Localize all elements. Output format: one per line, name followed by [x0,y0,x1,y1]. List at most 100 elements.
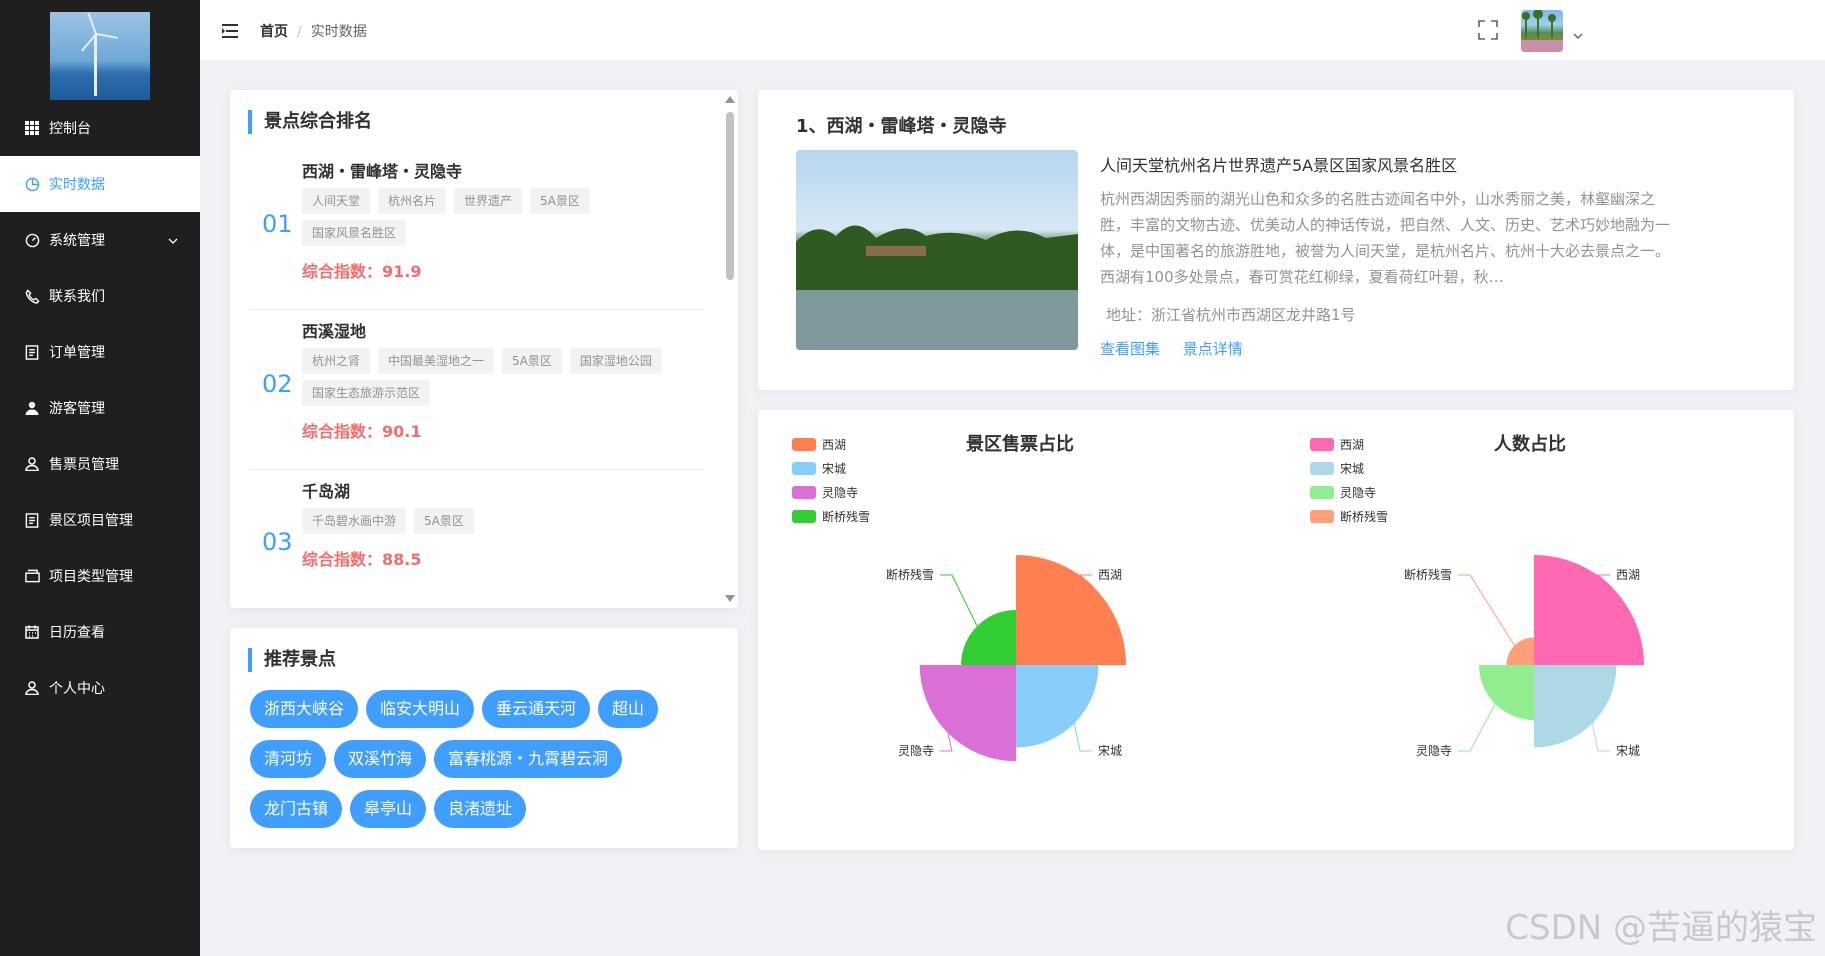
detail-description: 杭州西湖因秀丽的湖光山色和众多的名胜古迹闻名中外，山水秀丽之美，林壑幽深之胜，丰… [1100,190,1671,286]
slice-label: 灵隐寺 [898,744,934,758]
leader-line [1458,703,1496,752]
chevron-down-icon [168,232,178,248]
user-icon [24,680,40,696]
scroll-down-icon[interactable] [725,595,735,602]
recommend-chip[interactable]: 龙门古镇 [250,790,343,828]
sidebar-item-label: 系统管理 [49,233,105,249]
visitor-rose-svg: 西湖宋城 灵隐寺 断桥残雪 [1404,555,1644,758]
sidebar-item-label: 个人中心 [49,681,105,697]
recommend-chip[interactable]: 浙西大峡谷 [250,690,359,728]
slice-label: 西湖 [1098,567,1122,582]
slice-label: 宋城 [1616,743,1640,758]
sidebar-item-11[interactable]: 个人中心 [0,660,200,716]
tag: 世界遗产 [454,188,523,214]
leader-line [1458,574,1516,646]
tag: 杭州名片 [378,188,447,214]
box-icon [24,568,40,584]
sidebar-item-7[interactable]: 售票员管理 [0,436,200,492]
dashboard-icon [24,232,40,248]
breadcrumb: 首页 / 实时数据 [260,21,367,41]
visitor-share-chart: 人数占比 西湖 宋城 灵隐寺 断桥残雪 西湖 宋城 灵隐寺 断桥残雪 [1276,410,1794,850]
ranking-score: 综合指数：90.1 [302,422,422,441]
ranking-item[interactable]: 03 千岛湖 千岛碧水画中游 5A景区 综合指数：88.5 [250,470,704,608]
recommend-chip[interactable]: 双溪竹海 [334,740,427,778]
detail-slogan: 人间天堂杭州名片世界遗产5A景区国家风景名胜区 [1100,156,1458,175]
sidebar-item-label: 联系我们 [49,289,105,305]
recommend-chip[interactable]: 清河坊 [250,740,327,778]
tag: 千岛碧水画中游 [302,508,407,534]
sidebar-item-label: 项目类型管理 [49,569,133,585]
sidebar-item-label: 订单管理 [49,345,105,361]
sidebar-item-label: 实时数据 [49,177,105,193]
sidebar: 控制台实时数据系统管理联系我们订单管理游客管理售票员管理 景区项目管理项目类型管理… [0,0,200,956]
recommend-chip[interactable]: 良渚遗址 [434,790,527,828]
pie-icon [24,176,40,192]
scrollbar[interactable] [724,96,735,602]
ranking-item[interactable]: 01 西湖・雷峰塔・灵隐寺 人间天堂 杭州名片 世界遗产 5A景区 国家风景名胜区 综合指数：… [250,150,704,310]
rose-slice[interactable] [961,610,1016,665]
document-icon [24,344,40,360]
breadcrumb-current: 实时数据 [310,24,367,40]
ranking-name[interactable]: 西湖・雷峰塔・灵隐寺 [302,158,692,181]
sidebar-item-10[interactable]: 日历查看 [0,604,200,660]
ranking-number: 02 [262,370,293,398]
ranking-name[interactable]: 西溪湿地 [302,318,692,341]
slice-label: 西湖 [1616,567,1640,582]
sidebar-item-2[interactable]: 实时数据 [0,156,200,212]
tag: 中国最美湿地之一 [378,348,495,374]
sidebar-item-label: 游客管理 [49,401,105,417]
sidebar-item-6[interactable]: 游客管理 [0,380,200,436]
tag: 杭州之肾 [302,348,371,374]
tag: 5A景区 [530,188,590,214]
ranking-score: 综合指数：91.9 [302,262,422,281]
rose-slice[interactable] [919,665,1016,762]
leader-line [940,574,978,627]
sidebar-item-1[interactable]: 控制台 [0,100,200,156]
recommend-chip[interactable]: 垂云通天河 [482,690,591,728]
detail-link[interactable]: 景点详情 [1183,340,1243,358]
sidebar-item-4[interactable]: 联系我们 [0,268,200,324]
scrollbar-thumb[interactable] [726,112,734,280]
phone-icon [24,288,40,304]
avatar[interactable] [1521,10,1563,52]
scroll-up-icon[interactable] [725,96,735,103]
chart-card: 景区售票占比 西湖 宋城 灵隐寺 断桥残雪 西湖 宋城 灵隐寺 断桥残雪 人数占比 西湖 宋城… [758,410,1794,850]
recommend-chip[interactable]: 富春桃源・九霄碧云洞 [434,740,623,778]
sidebar-item-label: 控制台 [49,121,91,137]
topbar: 首页 / 实时数据 [200,0,1825,60]
tag-list: 千岛碧水画中游 5A景区 [302,508,692,540]
sidebar-item-9[interactable]: 项目类型管理 [0,548,200,604]
tag: 5A景区 [414,508,474,534]
rose-slice[interactable] [1534,665,1617,748]
document-icon [24,512,40,528]
tag: 国家湿地公园 [569,348,662,374]
view-gallery-link[interactable]: 查看图集 [1100,340,1160,358]
recommend-chip[interactable]: 临安大明山 [366,690,475,728]
tag: 国家风景名胜区 [302,220,407,246]
rose-slice[interactable] [1479,665,1534,720]
breadcrumb-home[interactable]: 首页 [260,24,288,40]
recommend-chip[interactable]: 超山 [598,690,659,728]
rose-slice[interactable] [1016,665,1099,748]
scenic-photo [796,150,1078,350]
slice-label: 宋城 [1098,743,1122,758]
ranking-item[interactable]: 02 西溪湿地 杭州之肾 中国最美湿地之一 5A景区 国家湿地公园 国家生态旅游示范区 综合指… [250,310,704,470]
sidebar-item-3[interactable]: 系统管理 [0,212,200,268]
hamburger-icon[interactable] [222,23,238,42]
chevron-down-icon[interactable] [1573,24,1583,43]
ranking-name[interactable]: 千岛湖 [302,478,692,501]
logo [50,12,150,100]
fullscreen-icon[interactable] [1478,20,1498,44]
ranking-number: 01 [262,210,293,238]
sidebar-item-8[interactable]: 景区项目管理 [0,492,200,548]
leader-line [1591,723,1610,752]
recommend-chip[interactable]: 皋亭山 [350,790,427,828]
sidebar-item-5[interactable]: 订单管理 [0,324,200,380]
recommend-list: 浙西大峡谷 临安大明山 垂云通天河 超山清河坊 双溪竹海 富春桃源・九霄碧云洞龙门古镇 皋亭… [250,690,720,840]
slice-label: 断桥残雪 [886,567,934,582]
detail-address: 地址：浙江省杭州市西湖区龙井路1号 [1106,306,1356,324]
slice-label: 断桥残雪 [1404,567,1452,582]
rose-slice[interactable] [1506,637,1535,666]
ticket-share-chart: 景区售票占比 西湖 宋城 灵隐寺 断桥残雪 西湖 宋城 灵隐寺 断桥残雪 [758,410,1276,850]
ranking-score: 综合指数：88.5 [302,550,422,569]
